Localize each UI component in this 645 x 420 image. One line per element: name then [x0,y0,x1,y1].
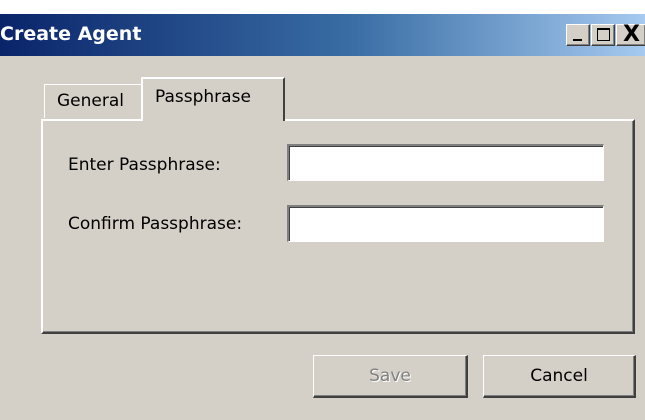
tab-passphrase-label: Passphrase [155,87,251,107]
save-button[interactable]: Save [313,355,468,398]
window-title: Create Agent [0,23,142,45]
maximize-button[interactable] [591,24,615,46]
close-icon: X [623,22,640,47]
confirm-passphrase-label: Confirm Passphrase: [68,214,243,234]
enter-passphrase-label: Enter Passphrase: [68,155,221,175]
title-bar[interactable]: Create Agent X [0,14,645,56]
confirm-passphrase-field[interactable] [287,205,604,242]
minimize-button[interactable] [566,24,590,46]
tab-passphrase[interactable]: Passphrase [141,77,285,121]
desktop-strip [0,0,645,14]
close-button[interactable]: X [616,22,645,47]
cancel-button[interactable]: Cancel [483,355,636,398]
tab-general[interactable]: General [44,84,144,118]
enter-passphrase-field[interactable] [287,144,604,181]
tab-general-label: General [57,91,124,111]
